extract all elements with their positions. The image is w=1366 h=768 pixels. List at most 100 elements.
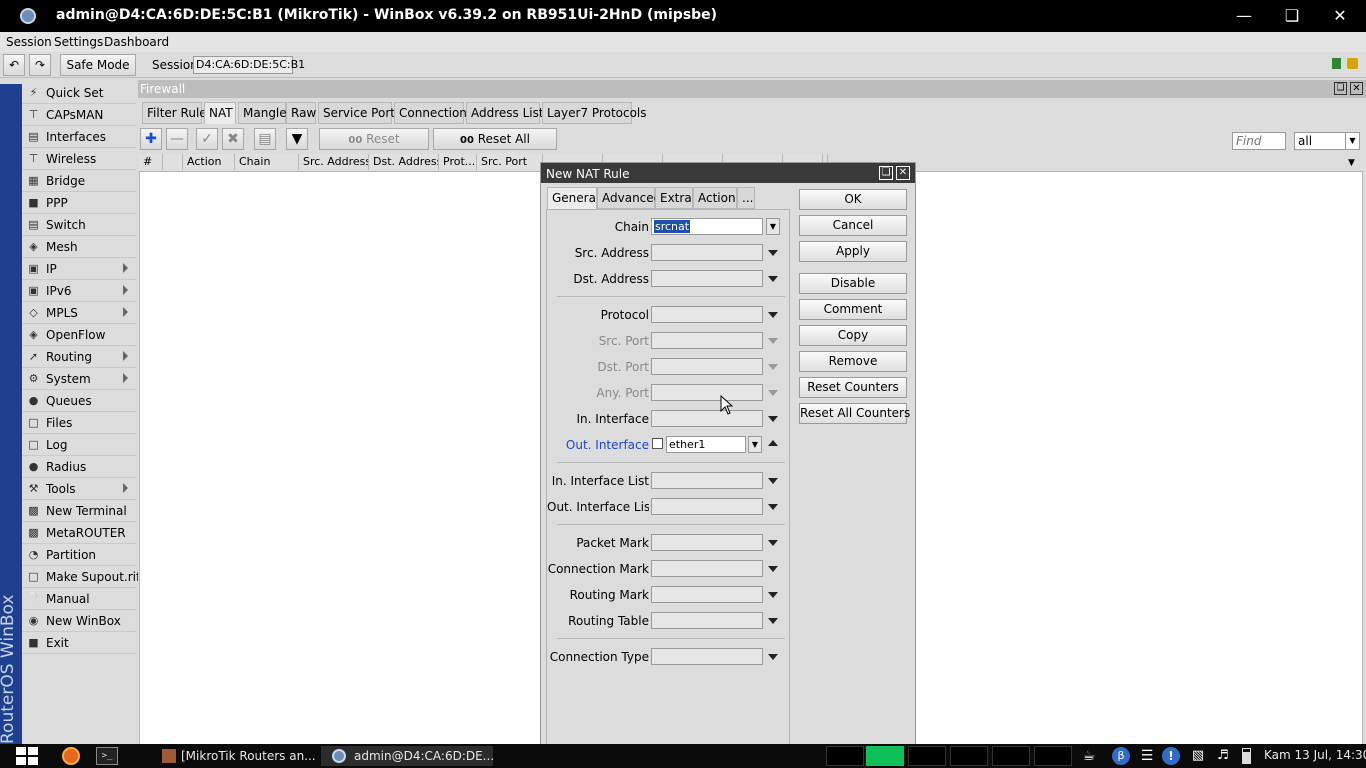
column-header[interactable]: Src. Port <box>477 154 543 170</box>
dialog-restore-icon[interactable]: ❏ <box>879 166 893 180</box>
reset-counters-button[interactable]: Reset Counters <box>799 377 907 398</box>
menu-settings[interactable]: Settings <box>54 35 103 49</box>
sidebar-item-exit[interactable]: ■ Exit <box>22 632 136 654</box>
column-header[interactable]: Chain <box>235 154 299 170</box>
bluetooth-icon[interactable]: β <box>1112 747 1130 765</box>
sidebar-item-radius[interactable]: ● Radius <box>22 456 136 478</box>
maximize-button[interactable]: ❏ <box>1272 4 1312 28</box>
notification-alert-icon[interactable]: ! <box>1162 747 1180 765</box>
minimize-button[interactable]: — <box>1224 4 1264 28</box>
cancel-button[interactable]: Cancel <box>799 215 907 236</box>
out-interface-list-field[interactable] <box>651 498 763 515</box>
chain-field[interactable]: srcnat <box>651 218 763 235</box>
in-interface-field[interactable] <box>651 410 763 427</box>
routing-table-field[interactable] <box>651 612 763 629</box>
src-address-field[interactable] <box>651 244 763 261</box>
sidebar-item-ipv6[interactable]: ▣ IPv6 <box>22 280 136 302</box>
in-interface-list-expand-icon[interactable] <box>768 478 778 484</box>
dialog-close-icon[interactable]: ✕ <box>896 166 910 180</box>
enable-check-icon[interactable]: ✓ <box>196 128 218 150</box>
reset-all-counters-button[interactable]: Reset All Counters <box>799 403 910 424</box>
sidebar-item-supout[interactable]: □ Make Supout.rif <box>22 566 140 588</box>
sidebar-item-wireless[interactable]: ⊤ Wireless <box>22 148 136 170</box>
sidebar-item-switch[interactable]: ▤ Switch <box>22 214 136 236</box>
dialog-tab-action[interactable]: Action <box>693 187 737 209</box>
chain-dropdown-icon[interactable]: ▼ <box>766 218 780 235</box>
column-header[interactable]: # <box>139 154 163 170</box>
caffeine-icon[interactable]: ☕ <box>1078 747 1100 765</box>
out-interface-dropdown-icon[interactable]: ▼ <box>748 436 762 453</box>
sidebar-item-capsman[interactable]: ⊤ CAPsMAN <box>22 104 136 126</box>
connection-mark-field[interactable] <box>651 560 763 577</box>
routing-mark-field[interactable] <box>651 586 763 603</box>
tab-raw[interactable]: Raw <box>286 102 316 124</box>
firefox-icon[interactable] <box>62 747 80 765</box>
close-button[interactable]: ✕ <box>1320 4 1360 28</box>
sidebar-item-routing[interactable]: ➚ Routing <box>22 346 136 368</box>
out-interface-field[interactable]: ether1 <box>666 436 746 453</box>
sidebar-item-queues[interactable]: ● Queues <box>22 390 136 412</box>
packet-mark-expand-icon[interactable] <box>768 540 778 546</box>
protocol-field[interactable] <box>651 306 763 323</box>
comment-icon[interactable]: ▤ <box>254 128 276 150</box>
network-icon[interactable]: ▧ <box>1186 747 1210 765</box>
terminal-icon[interactable]: >_ <box>96 747 118 765</box>
tab-address-lists[interactable]: Address Lists <box>466 102 550 124</box>
clock[interactable]: Kam 13 Jul, 14:30 <box>1264 748 1366 762</box>
column-header[interactable]: Action <box>183 154 235 170</box>
column-header[interactable]: Prot... <box>439 154 477 170</box>
sidebar-item-system[interactable]: ⚙ System <box>22 368 136 390</box>
window-restore-icon[interactable]: ❏ <box>1334 82 1347 95</box>
column-header[interactable]: Src. Address <box>299 154 369 170</box>
sidebar-item-bridge[interactable]: ▦ Bridge <box>22 170 136 192</box>
dst-address-field[interactable] <box>651 270 763 287</box>
comment-button[interactable]: Comment <box>799 299 907 320</box>
routing-mark-expand-icon[interactable] <box>768 592 778 598</box>
tab-connections[interactable]: Connections <box>394 102 473 124</box>
sidebar-item-log[interactable]: □ Log <box>22 434 136 456</box>
dialog-tab-general[interactable]: General <box>547 187 599 210</box>
volume-icon[interactable]: ♬ <box>1212 747 1234 765</box>
menu-list-icon[interactable]: ☰ <box>1136 747 1158 765</box>
add-icon[interactable]: ✚ <box>140 128 162 150</box>
session-field[interactable]: D4:CA:6D:DE:5C:B1 <box>193 56 305 74</box>
connection-type-expand-icon[interactable] <box>768 654 778 660</box>
task-mikrotik-routers[interactable]: [MikroTik Routers an... <box>181 746 316 766</box>
tab-nat[interactable]: NAT <box>204 102 236 124</box>
sidebar-item-interfaces[interactable]: ▤ Interfaces <box>22 126 136 148</box>
sidebar-item-files[interactable]: □ Files <box>22 412 136 434</box>
filter-icon[interactable]: ▼ <box>286 128 308 150</box>
protocol-expand-icon[interactable] <box>768 312 778 318</box>
sidebar-item-partition[interactable]: ◔ Partition <box>22 544 136 566</box>
reset-counters-button[interactable]: 00 Reset Counters <box>319 128 429 168</box>
connection-type-field[interactable] <box>651 648 763 665</box>
copy-button[interactable]: Copy <box>799 325 907 346</box>
tab-layer7-protocols[interactable]: Layer7 Protocols <box>542 102 647 124</box>
redo-button[interactable]: ↷ <box>29 54 51 76</box>
sidebar-item-manual[interactable]: ❔ Manual <box>22 588 136 610</box>
tab-mangle[interactable]: Mangle <box>238 102 287 124</box>
filter-select[interactable]: all ▼ <box>1294 132 1360 150</box>
dialog-tab-advanced[interactable]: Advanced <box>597 187 661 209</box>
out-interface-negate-checkbox[interactable] <box>652 438 663 449</box>
out-interface-collapse-icon[interactable] <box>768 440 778 446</box>
sidebar-item-new-winbox[interactable]: ◉ New WinBox <box>22 610 136 632</box>
dialog-tab-more[interactable]: ... <box>737 187 755 209</box>
undo-button[interactable]: ↶ <box>3 54 25 76</box>
sidebar-item-openflow[interactable]: ◈ OpenFlow <box>22 324 136 346</box>
column-header[interactable]: Dst. Address <box>369 154 439 170</box>
remove-icon[interactable]: — <box>166 128 188 150</box>
sidebar-item-ppp[interactable]: ■ PPP <box>22 192 136 214</box>
routing-table-expand-icon[interactable] <box>768 618 778 624</box>
window-close-icon[interactable]: ✕ <box>1350 82 1363 95</box>
sidebar-item-mpls[interactable]: ◇ MPLS <box>22 302 136 324</box>
in-interface-expand-icon[interactable] <box>768 416 778 422</box>
task-winbox[interactable]: admin@D4:CA:6D:DE... <box>354 746 494 766</box>
battery-icon[interactable] <box>1242 748 1251 764</box>
column-header[interactable] <box>163 154 183 170</box>
dialog-tab-extra[interactable]: Extra <box>655 187 693 209</box>
reset-all-counters-button[interactable]: 00 Reset All Counters <box>433 128 557 168</box>
dropdown-arrow-icon[interactable]: ▼ <box>1345 133 1359 149</box>
sidebar-item-tools[interactable]: ⚒ Tools <box>22 478 136 500</box>
column-menu-icon[interactable]: ▼ <box>1348 158 1355 168</box>
